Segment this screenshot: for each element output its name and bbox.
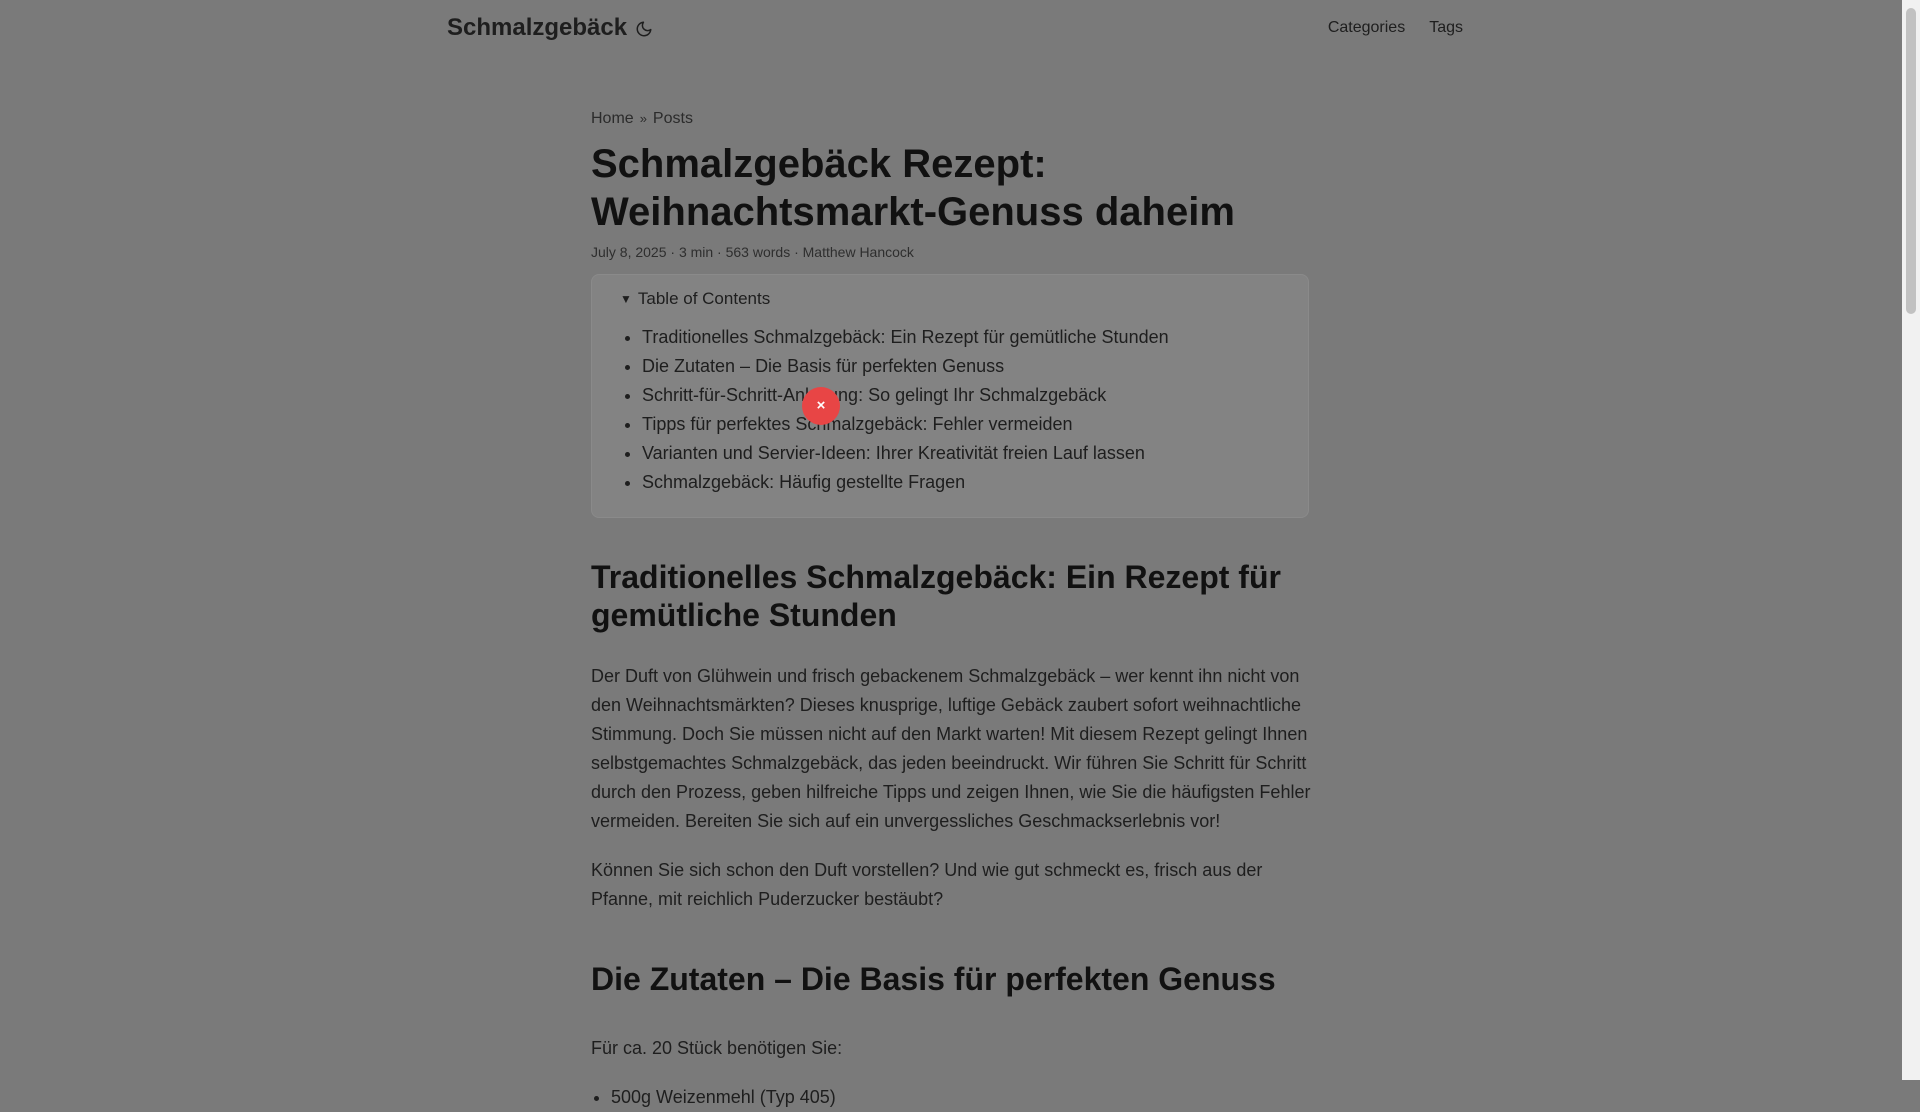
toc-item[interactable]: Schmalzgebäck: Häufig gestellte Fragen xyxy=(642,468,1308,497)
post-meta: July 8, 2025 · 3 min · 563 words · Matth… xyxy=(591,244,914,260)
page-overlay: Schmalzgebäck Categories Tags Home » Posts… xyxy=(0,0,1902,1107)
site-header: Schmalzgebäck Categories Tags xyxy=(447,0,1463,60)
toc-item[interactable]: Traditionelles Schmalzgebäck: Ein Rezept… xyxy=(642,323,1308,352)
section-heading: Die Zutaten – Die Basis für perfekten Ge… xyxy=(591,961,1276,997)
breadcrumb-separator: » xyxy=(639,111,647,126)
toc-list: Traditionelles Schmalzgebäck: Ein Rezept… xyxy=(592,323,1308,497)
page-title: Schmalzgebäck Rezept: Weihnachtsmarkt-Ge… xyxy=(591,142,1235,234)
section-heading: Traditionelles Schmalzgebäck: Ein Rezept… xyxy=(591,559,1281,633)
list-item: 500g Weizenmehl (Typ 405) xyxy=(611,1083,1311,1112)
scrollbar-thumb[interactable] xyxy=(1906,8,1916,314)
triangle-down-icon: ▼ xyxy=(620,292,632,306)
toc-item[interactable]: Varianten und Servier-Ideen: Ihrer Kreat… xyxy=(642,439,1308,468)
toc-summary-label: Table of Contents xyxy=(637,289,771,308)
post-content: Home » Posts Schmalzgebäck Rezept: Weihnac… xyxy=(591,110,1311,1112)
scrollbar[interactable] xyxy=(1902,0,1920,1080)
toc-item[interactable]: Tipps für perfektes Schmalzgebäck: Fehle… xyxy=(642,410,1308,439)
toc-toggle[interactable]: ▼ Table of Contents xyxy=(592,285,1308,313)
paragraph: Für ca. 20 Stück benötigen Sie: xyxy=(591,1038,843,1058)
paragraph: Der Duft von Glühwein und frisch gebacke… xyxy=(591,666,1311,831)
nav-categories[interactable]: Categories xyxy=(1328,19,1405,37)
site-logo[interactable]: Schmalzgebäck xyxy=(447,14,627,42)
breadcrumb-home[interactable]: Home xyxy=(591,110,634,127)
close-button[interactable]: × xyxy=(802,387,840,425)
toc-item[interactable]: Die Zutaten – Die Basis für perfekten Ge… xyxy=(642,352,1308,381)
nav-tags[interactable]: Tags xyxy=(1429,19,1463,37)
table-of-contents: ▼ Table of Contents Traditionelles Schmal… xyxy=(591,274,1309,518)
paragraph: Können Sie sich schon den Duft vorstelle… xyxy=(591,860,1263,909)
top-nav: Categories Tags xyxy=(1328,19,1463,37)
breadcrumb-posts[interactable]: Posts xyxy=(653,110,693,127)
moon-icon[interactable] xyxy=(635,20,653,38)
ingredient-list: 500g Weizenmehl (Typ 405) xyxy=(591,1083,1311,1112)
toc-item[interactable]: Schritt-für-Schritt-Anleitung: So geling… xyxy=(642,381,1308,410)
breadcrumb: Home » Posts xyxy=(591,110,1311,132)
